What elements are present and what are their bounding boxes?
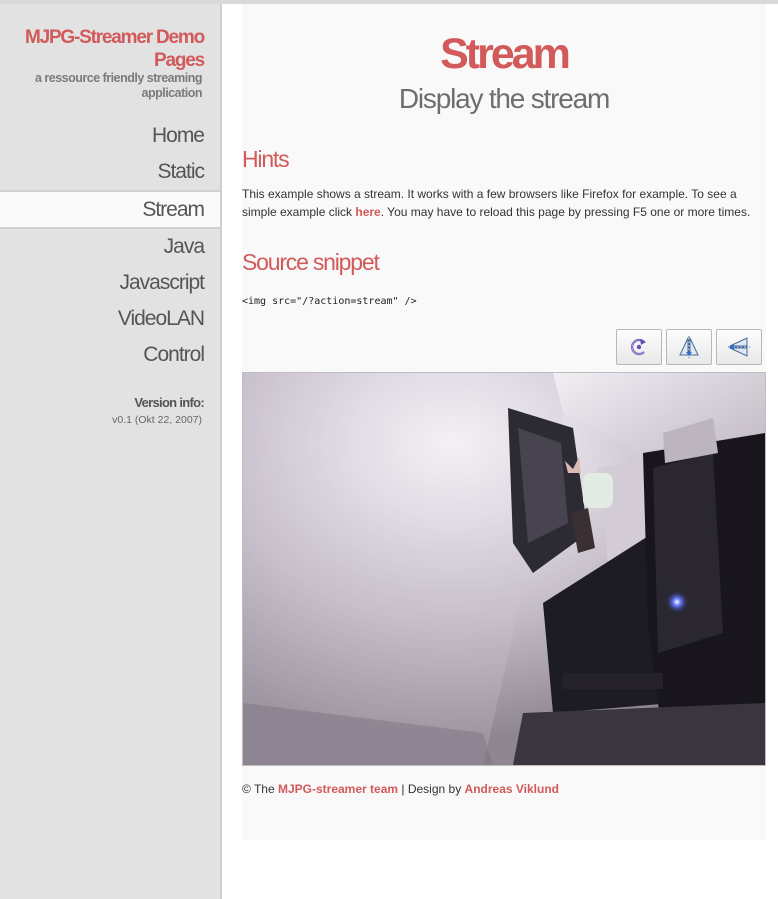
nav-item-control[interactable]: Control [0, 337, 220, 373]
flip-vertical-icon [679, 336, 699, 358]
site-logo[interactable]: MJPG-Streamer Demo Pages [4, 26, 205, 72]
hints-heading: Hints [242, 146, 290, 172]
page-subtitle: Display the stream [398, 83, 610, 114]
page-title: Stream [440, 30, 571, 78]
nav-item-videolan[interactable]: VideoLAN [0, 301, 220, 337]
nav-item-home[interactable]: Home [0, 118, 220, 154]
footer: © The MJPG-streamer team | Design by And… [242, 782, 559, 796]
site-slogan: a ressource friendly streaming applicati… [34, 71, 203, 100]
footer-designer-link[interactable]: Andreas Viklund [465, 782, 559, 796]
source-snippet-heading: Source snippet [242, 249, 380, 275]
footer-middle: | Design by [398, 782, 465, 796]
nav-item-javascript[interactable]: Javascript [0, 265, 220, 301]
stream-image [242, 372, 766, 766]
sidebar-nav: Home Static Stream Java Javascript Video… [0, 118, 220, 373]
sidebar: MJPG-Streamer Demo Pages a ressource fri… [0, 4, 222, 899]
rotate-button[interactable] [616, 329, 662, 365]
version-value: v0.1 (Okt 22, 2007) [112, 414, 202, 426]
hints-here-link[interactable]: here [355, 205, 380, 219]
footer-team-link[interactable]: MJPG-streamer team [278, 782, 398, 796]
nav-item-static[interactable]: Static [0, 154, 220, 190]
flip-horizontal-button[interactable] [716, 329, 762, 365]
hints-paragraph: This example shows a stream. It works wi… [242, 185, 766, 221]
version-label: Version info: [134, 395, 204, 410]
nav-item-java[interactable]: Java [0, 229, 220, 265]
flip-horizontal-icon [728, 337, 750, 357]
main-content: Stream Display the stream Hints This exa… [242, 4, 766, 840]
nav-item-stream[interactable]: Stream [0, 190, 220, 229]
rotate-icon [631, 338, 646, 356]
flip-vertical-button[interactable] [666, 329, 712, 365]
code-snippet: <img src="/?action=stream" /> [242, 296, 417, 307]
footer-prefix: © The [242, 782, 278, 796]
hints-text-after: . You may have to reload this page by pr… [380, 205, 751, 219]
